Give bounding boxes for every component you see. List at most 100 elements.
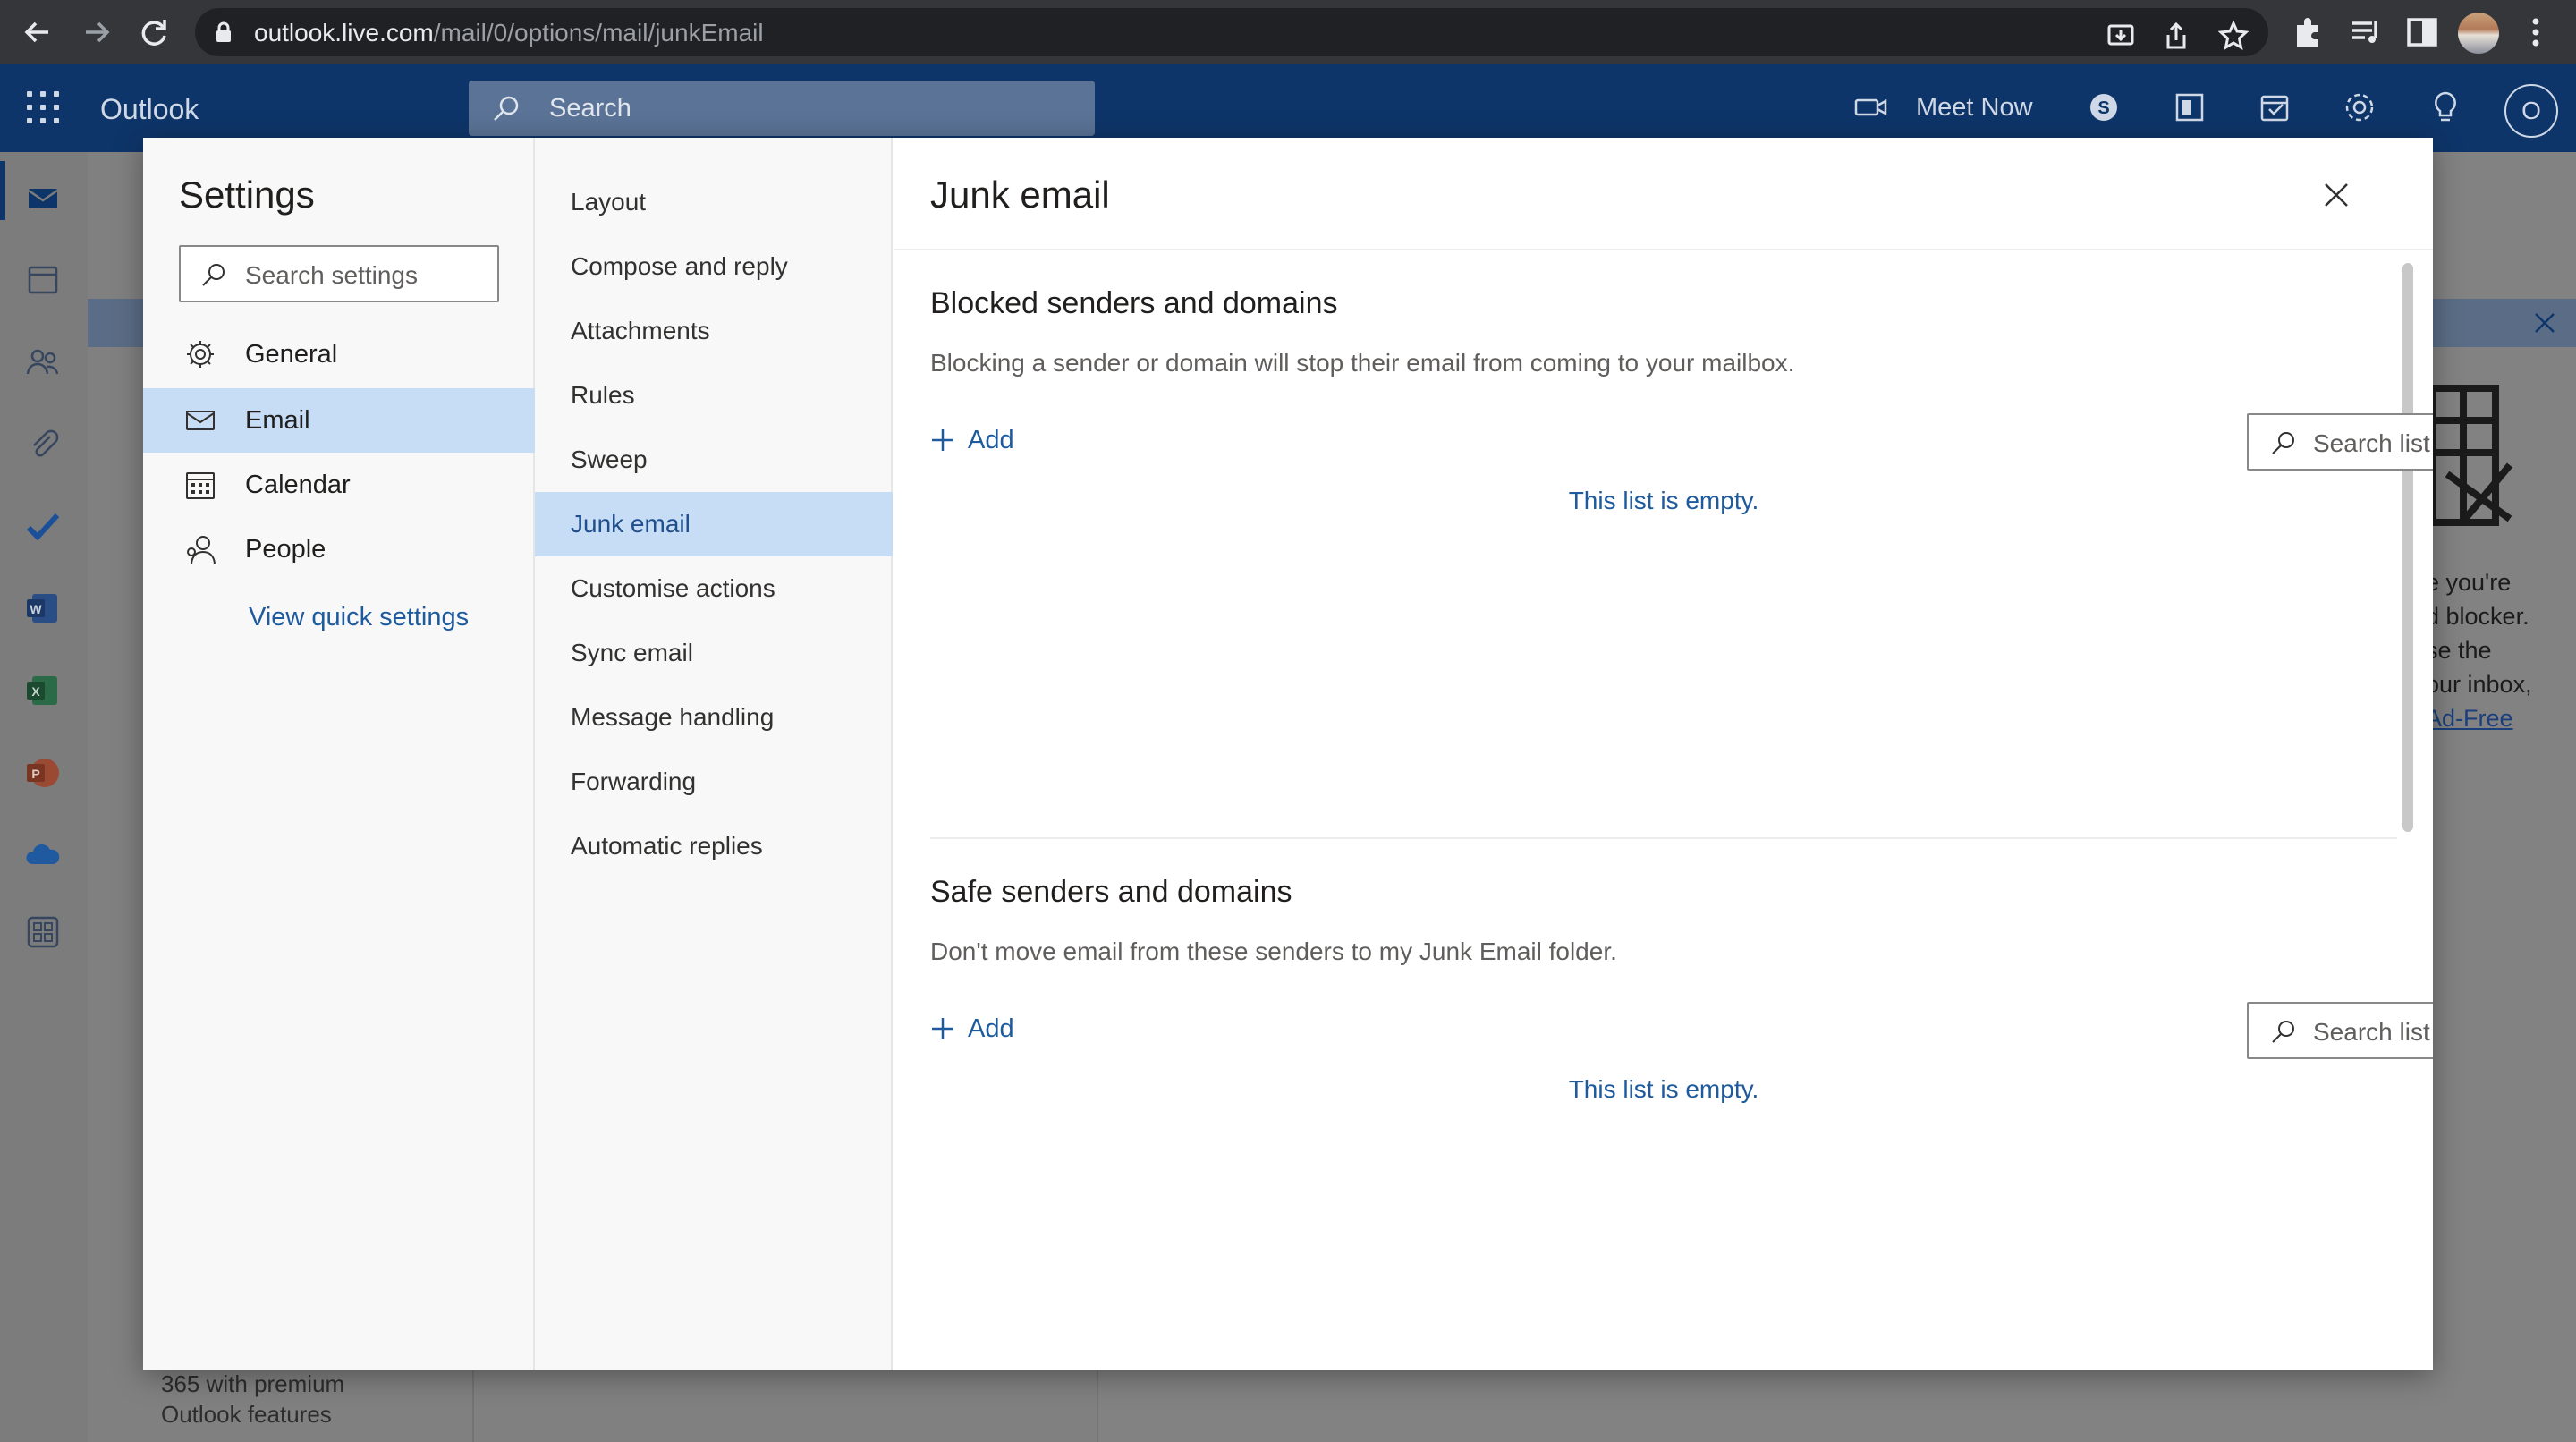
add-safe-sender-button[interactable]: Add bbox=[930, 1011, 1020, 1050]
back-arrow-icon[interactable] bbox=[18, 13, 57, 52]
subcategory-junk-email[interactable]: Junk email bbox=[535, 492, 893, 556]
skype-icon[interactable]: S bbox=[2086, 89, 2122, 125]
svg-text:S: S bbox=[2097, 98, 2109, 118]
attachment-icon[interactable] bbox=[25, 426, 61, 462]
subcategory-message-handling[interactable]: Message handling bbox=[535, 685, 893, 750]
install-app-icon[interactable] bbox=[2106, 21, 2136, 51]
people-icon bbox=[187, 536, 216, 564]
add-blocked-sender-button[interactable]: Add bbox=[930, 422, 1020, 462]
add-label: Add bbox=[968, 1014, 1014, 1043]
svg-text:P: P bbox=[31, 767, 39, 781]
category-calendar[interactable]: Calendar bbox=[143, 453, 535, 517]
subcategory-sweep[interactable]: Sweep bbox=[535, 428, 893, 492]
url-text: outlook.live.com/mail/0/options/mail/jun… bbox=[254, 19, 764, 47]
share-icon[interactable] bbox=[2161, 21, 2191, 51]
more-apps-icon[interactable] bbox=[25, 914, 61, 950]
browser-menu-icon[interactable] bbox=[2521, 13, 2551, 52]
svg-text:W: W bbox=[30, 602, 42, 616]
app-rail: W X P bbox=[0, 152, 88, 1442]
subcategory-layout[interactable]: Layout bbox=[535, 170, 893, 234]
safe-senders-title: Safe senders and domains bbox=[930, 875, 1292, 909]
category-label: People bbox=[245, 535, 326, 564]
header-divider bbox=[894, 249, 2433, 250]
app-name[interactable]: Outlook bbox=[100, 93, 199, 126]
settings-categories-pane: Settings Search settings General Email C… bbox=[143, 138, 535, 1370]
account-avatar[interactable]: O bbox=[2504, 84, 2558, 138]
junk-email-pane: Junk email Blocked senders and domains B… bbox=[894, 138, 2433, 1370]
category-general[interactable]: General bbox=[143, 322, 535, 386]
my-day-icon[interactable] bbox=[2258, 89, 2293, 125]
address-bar[interactable]: outlook.live.com/mail/0/options/mail/jun… bbox=[195, 8, 2268, 56]
bookmark-star-icon[interactable] bbox=[2218, 21, 2249, 51]
settings-title: Settings bbox=[179, 174, 315, 216]
close-icon[interactable] bbox=[2318, 177, 2354, 213]
side-panel-icon[interactable] bbox=[2404, 13, 2440, 52]
search-icon bbox=[494, 96, 519, 121]
ad-free-link[interactable]: Ad-Free bbox=[2426, 705, 2513, 732]
reload-icon[interactable] bbox=[134, 13, 174, 52]
subcategory-sync-email[interactable]: Sync email bbox=[535, 621, 893, 685]
blocked-senders-description: Blocking a sender or domain will stop th… bbox=[930, 349, 1795, 377]
office-icon[interactable] bbox=[2172, 89, 2207, 125]
excel-icon[interactable]: X bbox=[25, 673, 61, 708]
category-people[interactable]: People bbox=[143, 517, 535, 581]
subcategory-rules[interactable]: Rules bbox=[535, 363, 893, 428]
people-icon[interactable] bbox=[25, 344, 61, 379]
forward-arrow-icon[interactable] bbox=[77, 13, 116, 52]
premium-upsell-text: 365 with premium Outlook features bbox=[161, 1370, 345, 1428]
subcategory-automatic-replies[interactable]: Automatic replies bbox=[535, 814, 893, 878]
blocked-senders-title: Blocked senders and domains bbox=[930, 286, 1338, 320]
blocked-list-empty-message: This list is empty. bbox=[1568, 487, 1759, 514]
search-list-placeholder: Search list bbox=[2313, 429, 2430, 457]
banner-close-icon[interactable] bbox=[2533, 311, 2556, 335]
subcategory-label: Compose and reply bbox=[571, 252, 788, 280]
add-label: Add bbox=[968, 426, 1014, 454]
subcategory-compose-and-reply[interactable]: Compose and reply bbox=[535, 234, 893, 299]
scrollbar-thumb[interactable] bbox=[2402, 263, 2413, 832]
search-settings-input[interactable]: Search settings bbox=[179, 245, 499, 302]
view-quick-settings-link[interactable]: View quick settings bbox=[249, 603, 469, 632]
subcategory-label: Customise actions bbox=[571, 574, 775, 602]
blocked-search-list-input[interactable]: Search list bbox=[2247, 413, 2433, 471]
lock-icon bbox=[216, 21, 231, 42]
mail-search-box[interactable]: Search bbox=[469, 81, 1095, 136]
safe-search-list-input[interactable]: Search list bbox=[2247, 1002, 2433, 1059]
email-subcategories-pane: Layout Compose and reply Attachments Rul… bbox=[535, 138, 893, 1370]
app-launcher-icon[interactable] bbox=[27, 91, 59, 123]
meet-now-button[interactable]: Meet Now bbox=[1916, 93, 2033, 123]
subcategory-label: Attachments bbox=[571, 317, 710, 344]
browser-toolbar: outlook.live.com/mail/0/options/mail/jun… bbox=[0, 0, 2576, 64]
subcategory-forwarding[interactable]: Forwarding bbox=[535, 750, 893, 814]
ad-blocker-illustration-icon bbox=[2429, 385, 2513, 526]
powerpoint-icon[interactable]: P bbox=[25, 755, 61, 791]
media-control-icon[interactable] bbox=[2347, 13, 2383, 52]
subcategory-attachments[interactable]: Attachments bbox=[535, 299, 893, 363]
tips-lightbulb-icon[interactable] bbox=[2428, 89, 2463, 125]
todo-check-icon[interactable] bbox=[25, 508, 61, 544]
ad-free-message: e you're d blocker. se the our inbox, Ad… bbox=[2426, 569, 2532, 732]
browser-profile-avatar[interactable] bbox=[2458, 13, 2499, 54]
settings-dialog: Settings Search settings General Email C… bbox=[143, 138, 2433, 1370]
search-icon bbox=[202, 264, 225, 286]
video-camera-icon[interactable] bbox=[1853, 89, 1889, 125]
subcategory-label: Forwarding bbox=[571, 768, 697, 795]
category-email[interactable]: Email bbox=[143, 388, 535, 453]
rail-selection-indicator bbox=[0, 161, 5, 220]
onedrive-icon[interactable] bbox=[25, 837, 61, 873]
category-label: Email bbox=[245, 406, 310, 435]
subcategory-label: Sync email bbox=[571, 639, 693, 666]
extensions-icon[interactable] bbox=[2290, 13, 2326, 52]
mail-icon[interactable] bbox=[25, 181, 61, 216]
subcategory-label: Sweep bbox=[571, 445, 648, 473]
calendar-icon bbox=[186, 472, 215, 499]
calendar-icon[interactable] bbox=[25, 261, 61, 297]
word-icon[interactable]: W bbox=[25, 590, 61, 626]
search-icon bbox=[2272, 432, 2294, 454]
search-settings-placeholder: Search settings bbox=[245, 261, 418, 289]
search-placeholder: Search bbox=[549, 94, 631, 123]
settings-gear-icon[interactable] bbox=[2342, 89, 2377, 125]
search-icon bbox=[2272, 1021, 2294, 1043]
subcategory-customise-actions[interactable]: Customise actions bbox=[535, 556, 893, 621]
subcategory-label: Layout bbox=[571, 188, 647, 216]
subcategory-label: Junk email bbox=[571, 510, 691, 538]
